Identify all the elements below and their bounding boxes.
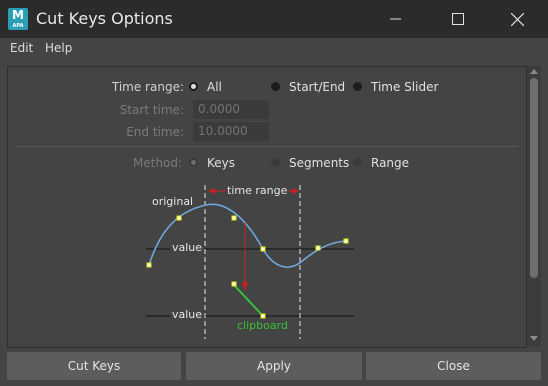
apply-button[interactable]: Apply	[186, 352, 362, 380]
key-point	[315, 245, 321, 251]
maximize-icon	[452, 13, 464, 25]
close-button[interactable]: Close	[366, 352, 541, 380]
value-label-bottom: value	[170, 308, 205, 321]
key-point	[343, 238, 349, 244]
menu-bar: Edit Help	[0, 38, 548, 60]
animation-curve	[148, 203, 347, 268]
cut-keys-button[interactable]: Cut Keys	[7, 352, 181, 380]
time-range-arrowhead-right	[292, 188, 299, 194]
time-range-diagram-label: time range	[227, 184, 288, 197]
clipboard-key-point	[260, 313, 266, 319]
menu-help[interactable]: Help	[45, 41, 72, 55]
vertical-scrollbar[interactable]	[527, 66, 541, 346]
minimize-icon	[390, 18, 401, 20]
key-point	[146, 262, 152, 268]
original-label: original	[152, 195, 194, 208]
menu-edit[interactable]: Edit	[10, 41, 33, 55]
close-window-button[interactable]	[494, 0, 540, 38]
minimize-button[interactable]	[373, 0, 419, 38]
title-bar: M APA Cut Keys Options	[0, 0, 548, 38]
scroll-thumb[interactable]	[530, 78, 538, 278]
cut-arrowhead	[242, 282, 248, 291]
scroll-up-arrow-icon[interactable]	[530, 69, 538, 74]
key-point	[231, 215, 237, 221]
clipboard-label: clipboard	[237, 319, 288, 332]
clipboard-key-point	[231, 281, 237, 287]
value-label-top: value	[170, 241, 205, 254]
app-icon-letter: M	[12, 8, 24, 22]
scroll-down-arrow-icon[interactable]	[530, 336, 538, 341]
time-range-arrowhead-left	[208, 188, 215, 194]
key-point	[260, 246, 266, 252]
app-icon-subtext: APA	[12, 23, 24, 29]
maya-app-icon: M APA	[8, 8, 28, 30]
key-point	[176, 215, 182, 221]
window-title: Cut Keys Options	[36, 9, 173, 28]
clipboard-segment	[233, 284, 264, 317]
maximize-button[interactable]	[435, 0, 481, 38]
close-icon	[510, 12, 524, 26]
options-panel: Time range: All Start/End Time Slider St…	[7, 66, 527, 348]
cut-keys-diagram	[146, 185, 354, 339]
